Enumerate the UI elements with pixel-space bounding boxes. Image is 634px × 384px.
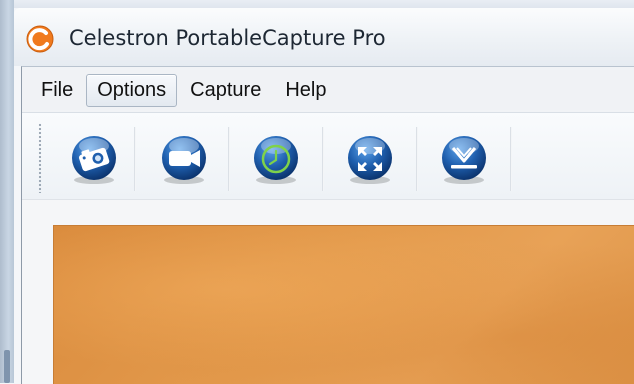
live-preview-canvas[interactable]	[53, 225, 634, 384]
photo-camera-icon[interactable]	[66, 131, 122, 187]
toolbar-grip[interactable]	[38, 123, 42, 193]
toolbar-separator	[322, 127, 324, 191]
toolbar-separator	[228, 127, 230, 191]
video-camera-icon[interactable]	[156, 131, 212, 187]
menu-file[interactable]: File	[34, 74, 84, 107]
window-title: Celestron PortableCapture Pro	[69, 26, 386, 50]
timer-clock-icon[interactable]	[248, 131, 304, 187]
download-save-icon[interactable]	[436, 131, 492, 187]
window-frame-top	[0, 0, 634, 8]
menu-capture[interactable]: Capture	[179, 74, 272, 107]
toolbar-separator	[416, 127, 418, 191]
menu-help[interactable]: Help	[274, 74, 337, 107]
toolbar-separator	[134, 127, 136, 191]
fullscreen-expand-icon[interactable]	[342, 131, 398, 187]
menu-options[interactable]: Options	[86, 73, 178, 107]
window-frame-left	[0, 0, 14, 383]
toolbar	[22, 112, 634, 200]
toolbar-separator	[510, 127, 512, 191]
celestron-swirl-icon	[26, 25, 54, 53]
menu-bar: File Options Capture Help	[22, 70, 634, 110]
